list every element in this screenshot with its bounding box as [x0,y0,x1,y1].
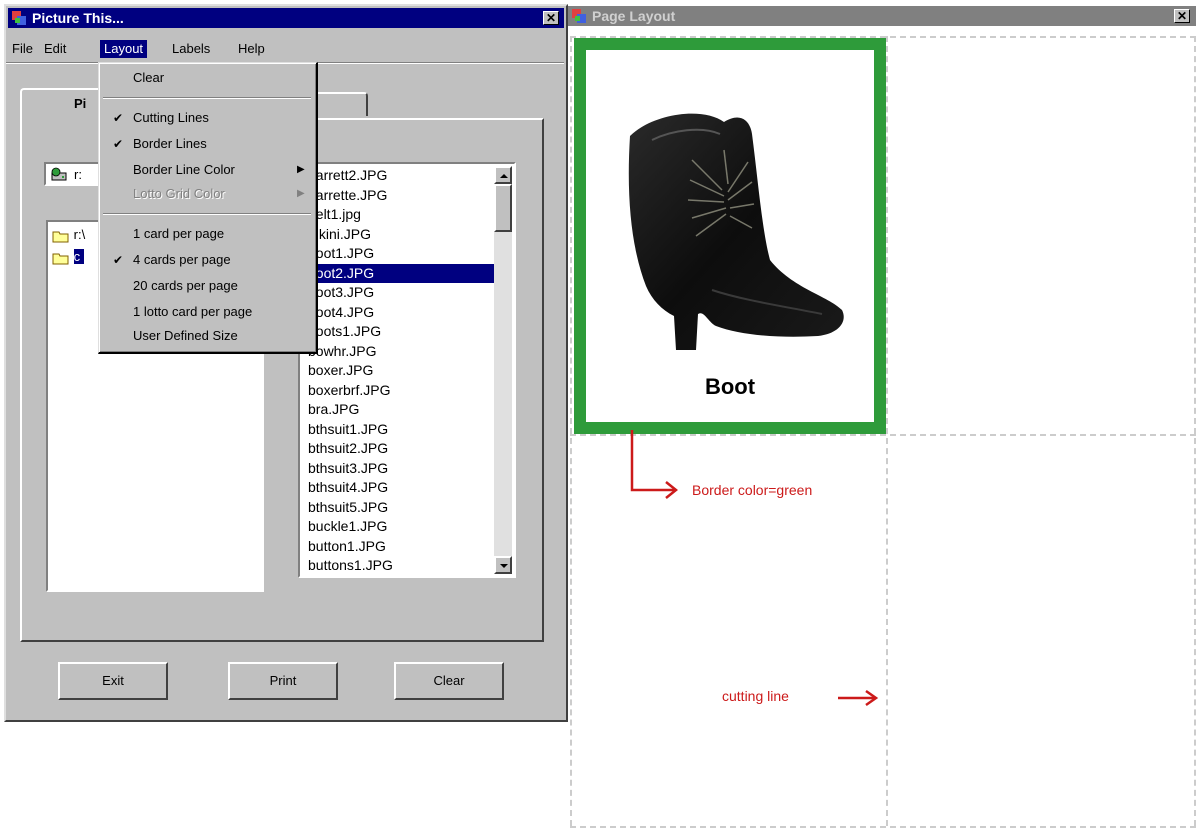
close-icon: ✕ [1176,9,1188,23]
submenu-arrow-icon: ▶ [297,164,305,175]
app-icon [12,11,26,25]
file-item[interactable]: button1.JPG [302,537,494,557]
directory-item[interactable]: r:\ [52,226,85,244]
file-item[interactable]: bthsuit4.JPG [302,478,494,498]
file-item[interactable]: buttons1.JPG [302,556,494,576]
cutting-annotation-text: cutting line [722,688,789,704]
file-item[interactable]: bikini.JPG [302,225,494,245]
app-title: Picture This... [32,10,124,26]
file-list[interactable]: barrett2.JPG barrette.JPG belt1.jpg bikini.… [298,162,516,578]
app-close-button[interactable]: ✕ [543,11,559,25]
page-layout-title-bar[interactable]: Page Layout ✕ [568,6,1196,26]
file-item[interactable]: boxerbrf.JPG [302,381,494,401]
menu-help[interactable]: Help [234,40,269,58]
file-item[interactable]: bowhr.JPG [302,342,494,362]
drive-label: r: [74,167,82,182]
cutting-line [570,36,572,826]
close-icon: ✕ [545,11,557,25]
card-label: Boot [704,374,756,399]
menu-item-cutting-lines[interactable]: Cutting Lines [133,107,209,129]
folder-open-icon [52,231,69,243]
scroll-thumb[interactable] [494,184,512,232]
file-item[interactable]: bthsuit5.JPG [302,498,494,518]
file-item[interactable]: bthsuit1.JPG [302,420,494,440]
cutting-line [886,36,888,826]
checkmark-icon: ✔ [113,253,124,267]
file-item[interactable]: bthsuit3.JPG [302,459,494,479]
file-rows: barrett2.JPG barrette.JPG belt1.jpg bikini.… [302,166,494,576]
directory-item[interactable]: c [52,248,85,266]
folder-open-icon [52,253,69,265]
menu-file[interactable]: File [8,40,37,58]
file-item[interactable]: boot3.JPG [302,283,494,303]
checkmark-icon: ✔ [113,137,124,151]
checkmark-icon: ✔ [113,111,124,125]
file-item[interactable]: boxer.JPG [302,361,494,381]
menu-bar: File Edit Layout Labels Help [8,38,564,60]
tab-pictures-label: Pi [74,96,87,111]
menu-edit[interactable]: Edit [40,40,70,58]
file-list-scrollbar[interactable] [494,166,512,574]
menu-item-clear[interactable]: Clear [133,67,164,89]
directory-label: c [73,249,85,264]
menu-item-border-lines[interactable]: Border Lines [133,133,207,155]
border-annotation-text: Border color=green [692,482,813,498]
file-item[interactable]: bthsuit2.JPG [302,439,494,459]
page-layout-title: Page Layout [592,8,676,24]
menu-separator [103,97,311,99]
directory-label: r:\ [73,227,86,242]
menu-labels[interactable]: Labels [168,40,214,58]
clear-button[interactable]: Clear [394,662,504,700]
scroll-up-button[interactable] [494,166,512,184]
app-title-bar[interactable]: Picture This... ✕ [8,8,564,28]
file-item[interactable]: barrette.JPG [302,186,494,206]
menu-item-4-cards[interactable]: 4 cards per page [133,249,231,271]
submenu-arrow-icon: ▶ [297,188,305,199]
arrow-up-icon [500,174,508,178]
file-item[interactable]: boot2.JPG [302,263,494,283]
app-icon [572,9,586,23]
menu-item-border-line-color[interactable]: Border Line Color [133,159,235,181]
menu-item-1-card[interactable]: 1 card per page [133,223,224,245]
menu-separator [103,213,311,215]
file-item[interactable]: buckle1.JPG [302,517,494,537]
scroll-down-button[interactable] [494,556,512,574]
menu-item-20-cards[interactable]: 20 cards per page [133,275,238,297]
file-item[interactable]: barrett2.JPG [302,166,494,186]
page-layout-close-button[interactable]: ✕ [1174,9,1190,23]
cutting-line [1194,36,1196,826]
boot-picture [628,113,844,350]
file-item[interactable]: bra.JPG [302,400,494,420]
picture-card[interactable]: Boot [574,38,886,434]
layout-dropdown-menu: Clear ✔ Cutting Lines ✔ Border Lines Bor… [98,62,318,354]
network-drive-icon [51,167,67,181]
file-item[interactable]: boot1.JPG [302,244,494,264]
file-item[interactable]: belt1.jpg [302,205,494,225]
menu-item-lotto-grid-color[interactable]: Lotto Grid Color [133,183,225,205]
border-annotation-arrow [630,430,679,499]
arrow-down-icon [500,564,508,568]
cutting-line [570,826,1196,828]
cutting-annotation-arrow [838,689,879,707]
menu-item-1-lotto-card[interactable]: 1 lotto card per page [133,301,252,323]
exit-button[interactable]: Exit [58,662,168,700]
print-button[interactable]: Print [228,662,338,700]
menu-item-user-defined-size[interactable]: User Defined Size [133,325,238,347]
file-item[interactable]: boots1.JPG [302,322,494,342]
file-item[interactable]: boot4.JPG [302,303,494,323]
menu-layout[interactable]: Layout [100,40,148,58]
